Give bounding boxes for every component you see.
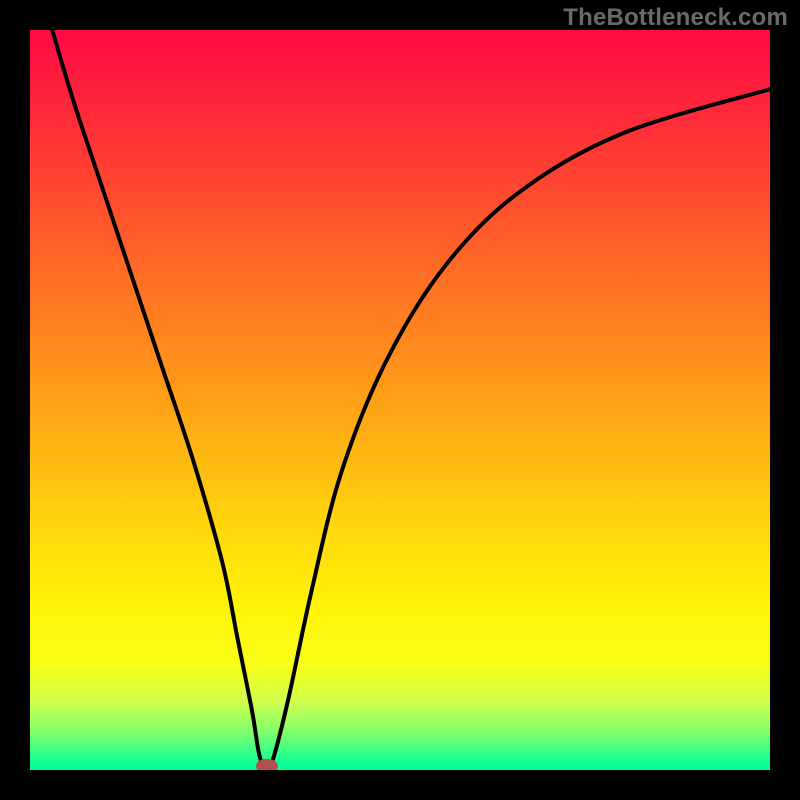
chart-frame: TheBottleneck.com — [0, 0, 800, 800]
watermark-text: TheBottleneck.com — [563, 4, 788, 32]
minimum-marker — [256, 759, 278, 770]
curve-svg — [30, 30, 770, 770]
bottleneck-curve-path — [52, 30, 770, 770]
plot-area — [30, 30, 770, 770]
